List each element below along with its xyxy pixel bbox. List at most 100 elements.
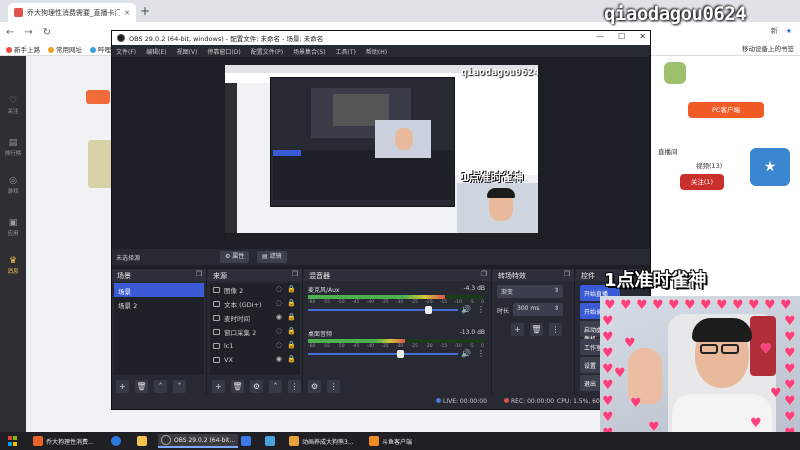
source-item[interactable]: 图像 2 ◌ 🔒 [210,283,300,297]
bookmark-item[interactable]: 新手上路 [6,44,40,54]
popout-icon[interactable]: ❐ [481,270,487,278]
source-item[interactable]: lc1 ◌ 🔒 [210,339,300,353]
right-link[interactable]: 直播间 [658,146,678,156]
menu-scene-collection[interactable]: 场景集合(S) [293,47,326,56]
site-nav-item[interactable]: ♛ 消息 [0,256,26,275]
popout-icon[interactable]: ❐ [564,270,570,278]
new-tab-icon[interactable]: + [140,4,150,18]
menu-profile[interactable]: 配置文件(P) [251,47,283,56]
reload-icon[interactable]: ↻ [43,27,51,38]
site-nav-item[interactable]: ◎ 游戏 [0,176,26,195]
menu-view[interactable]: 视图(V) [177,47,198,56]
pc-client-button[interactable]: PC客户端 [688,102,764,118]
mixer-settings-icon[interactable]: ⚙ [308,380,321,393]
site-thumbnail[interactable] [88,140,112,188]
source-item[interactable]: VX ◉ 🔒 [210,353,300,367]
taskbar-item[interactable]: 乔大狗理性消费... [30,434,97,448]
scene-item[interactable]: 场景 [114,283,204,297]
popout-icon[interactable]: ❐ [196,270,202,278]
app-icon [241,436,251,446]
preview-area[interactable]: qiaodagou0624 1点准时雀神 [112,57,650,271]
speaker-icon[interactable]: 🔊 [461,305,471,314]
close-tab-icon[interactable]: ✕ [124,9,130,17]
remove-transition-icon[interactable]: 🗑 [530,323,543,336]
site-nav-item[interactable]: ▣ 应用 [0,218,26,237]
more-icon[interactable]: ⋮ [477,349,485,358]
slider-knob[interactable] [396,350,404,358]
bookmark-item[interactable]: 哔哩 [90,44,111,54]
add-source-icon[interactable]: + [212,380,225,393]
streamer-avatar[interactable] [664,62,686,84]
move-up-icon[interactable]: ˄ [269,380,282,393]
volume-slider[interactable] [308,350,458,358]
remove-source-icon[interactable]: 🗑 [231,380,244,393]
eye-icon: ◉ [275,355,282,363]
mobile-bookmarks[interactable]: 移动设备上的书签 [742,43,794,53]
meter-tick-label: -15 [439,300,448,305]
menu-tools[interactable]: 工具(T) [336,47,356,56]
no-source-label: 未选择源 [116,254,141,262]
volume-slider[interactable] [308,306,458,314]
site-nav-item[interactable]: ♡ 关注 [0,96,26,115]
more-icon[interactable]: ⋮ [327,380,340,393]
source-item[interactable]: 文本 (GDI+) ◌ 🔒 [210,297,300,311]
move-up-icon[interactable]: ˄ [154,380,167,393]
image-source-icon [213,357,220,363]
site-favicon-icon [14,8,23,17]
browser-tab[interactable]: 乔大狗理性消费需要_直播卡门 - ✕ [8,3,136,22]
forward-icon[interactable]: → [24,27,32,38]
more-icon[interactable]: ⋮ [477,305,485,314]
promo-badge-icon[interactable]: ★ [750,148,790,186]
star-icon[interactable]: ★ [786,27,792,35]
start-icon[interactable] [8,436,18,446]
taskbar-item[interactable] [262,434,278,448]
sources-dock: 来源 ❐ 图像 2 ◌ 🔒 文本 (GDI+) ◌ 🔒 麦时时间 ◉ 🔒 窗口采集 2 ◌ 🔒 l… [208,269,303,395]
back-icon[interactable]: ← [6,27,14,38]
maximize-icon[interactable]: ☐ [618,32,625,41]
window-source-icon [213,329,220,335]
taskbar: 乔大狗理性消费... OBS 29.0.2 (64-bit... 动画养成大狗熊… [0,432,800,450]
bookmark-item[interactable]: 常用网址 [48,44,82,54]
taskbar-item[interactable]: 动画养成大狗熊3... [286,434,357,448]
source-item[interactable]: 窗口采集 2 ◌ 🔒 [210,325,300,339]
source-item[interactable]: 麦时时间 ◉ 🔒 [210,311,300,325]
add-transition-icon[interactable]: + [511,323,524,336]
right-link[interactable]: 视频(13) [696,160,722,170]
taskbar-item[interactable] [238,434,254,448]
follow-button[interactable]: 关注(1) [680,174,724,190]
add-scene-icon[interactable]: + [116,380,129,393]
taskbar-item[interactable] [134,434,150,448]
taskbar-item[interactable] [108,434,124,448]
minimize-icon[interactable]: — [596,32,604,41]
scene-item[interactable]: 场景 2 [114,297,204,311]
speaker-icon[interactable]: 🔊 [461,349,471,358]
duration-input[interactable]: 300 ms ⇕ [513,303,563,316]
context-bar: 未选择源 ⚙ 属性 ▤ 滤镜 [112,249,650,265]
obs-menu-bar: 文件(F) 编辑(E) 视图(V) 停靠窗口(D) 配置文件(P) 场景集合(S… [112,45,650,57]
slider-knob[interactable] [425,306,433,314]
popout-icon[interactable]: ❐ [292,270,298,278]
menu-edit[interactable]: 编辑(E) [146,47,166,56]
heart-icon: ♥ [636,298,648,313]
edge-icon [111,436,121,446]
obs-window: OBS 29.0.2 (64-bit, windows) - 配置文件: 未命名… [111,30,651,410]
properties-button[interactable]: ⚙ 属性 [220,251,250,263]
menu-docks[interactable]: 停靠窗口(D) [207,47,240,56]
more-icon[interactable]: ⋮ [549,323,562,336]
menu-help[interactable]: 帮助(H) [366,47,387,56]
preview-hair [487,188,515,198]
meter-tick-label: -55 [322,300,331,305]
filters-button[interactable]: ▤ 滤镜 [257,251,287,263]
taskbar-item-obs[interactable]: OBS 29.0.2 (64-bit... [158,434,239,448]
remove-scene-icon[interactable]: 🗑 [135,380,148,393]
menu-file[interactable]: 文件(F) [116,47,136,56]
preview-canvas[interactable]: qiaodagou0624 1点准时雀神 [225,65,538,240]
sources-toolbar: + 🗑 ⚙ ˄ ⋮ [212,380,301,393]
taskbar-item[interactable]: 斗鱼客户端 [366,434,415,448]
transition-select[interactable]: 渐变 ⇕ [497,285,563,298]
site-nav-item[interactable]: ▤ 排行榜 [0,138,26,157]
source-settings-icon[interactable]: ⚙ [250,380,263,393]
move-down-icon[interactable]: ˅ [173,380,186,393]
close-icon[interactable]: ✕ [639,32,646,41]
more-icon[interactable]: ⋮ [288,380,301,393]
